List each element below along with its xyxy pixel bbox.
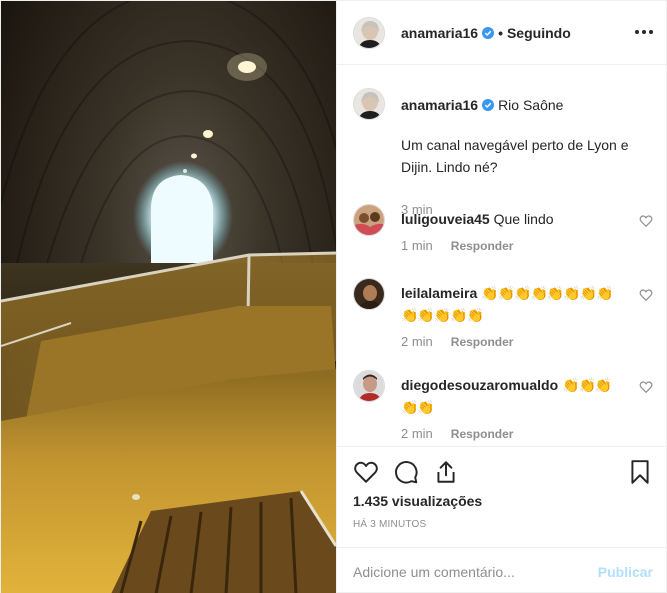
post-actions: 1.435 visualizações HÁ 3 MINUTOS Publica… — [337, 446, 667, 593]
following-button[interactable]: Seguindo — [507, 25, 571, 41]
verified-badge-icon — [482, 26, 495, 39]
comment-like-heart-icon[interactable] — [639, 288, 653, 302]
commenter-avatar[interactable] — [353, 370, 385, 402]
comment-text: diegodesouzaromualdo 👏👏👏👏👏 — [401, 374, 627, 418]
caption-body: anamaria16 Rio Saône Um canal navegável p… — [401, 94, 649, 178]
comment-bubble-icon[interactable] — [393, 459, 419, 485]
post-header: anamaria16 • Seguindo — [337, 1, 667, 65]
instagram-post: anamaria16 • Seguindo anamaria16 Rio Saô… — [0, 0, 667, 593]
caption-author-avatar[interactable] — [353, 88, 385, 120]
add-comment-bar: Publicar — [337, 547, 667, 593]
comments-list: anamaria16 Rio Saône Um canal navegável p… — [337, 66, 667, 446]
reply-button[interactable]: Responder — [451, 427, 514, 441]
caption-username[interactable]: anamaria16 — [401, 97, 478, 113]
caption-author-avatar-image — [354, 89, 384, 119]
author-avatar-image — [354, 17, 384, 48]
verified-badge-icon — [482, 99, 495, 111]
commenter-username[interactable]: diegodesouzaromualdo — [401, 377, 558, 393]
commenter-avatar[interactable] — [353, 204, 385, 236]
comment-time: 1 min — [401, 238, 433, 253]
commenter-avatar-image — [354, 205, 384, 235]
caption-text: Um canal navegável perto de Lyon e Dijin… — [401, 137, 629, 175]
author-avatar[interactable] — [353, 16, 385, 49]
add-comment-input[interactable] — [353, 563, 598, 580]
heart-icon[interactable] — [353, 459, 379, 485]
comment-meta: 1 min Responder — [401, 238, 513, 253]
commenter-avatar-image — [354, 371, 384, 401]
post-side-panel: anamaria16 • Seguindo anamaria16 Rio Saô… — [336, 1, 667, 593]
comment-time: 2 min — [401, 426, 433, 441]
comment-like-heart-icon[interactable] — [639, 380, 653, 394]
posted-time: HÁ 3 MINUTOS — [353, 519, 427, 530]
comment-time: 2 min — [401, 334, 433, 349]
reply-button[interactable]: Responder — [451, 239, 514, 253]
comment-text: leilalameira 👏👏👏👏👏👏👏👏👏👏👏👏👏 — [401, 282, 627, 326]
share-icon[interactable] — [433, 459, 459, 485]
commenter-avatar[interactable] — [353, 278, 385, 310]
commenter-username[interactable]: leilalameira — [401, 285, 477, 301]
tunnel-boat-video-frame — [1, 1, 336, 593]
comment-body: Que lindo — [493, 211, 554, 227]
more-options-icon[interactable] — [635, 23, 653, 41]
author-username[interactable]: anamaria16 — [401, 25, 478, 41]
comment-text: luligouveia45 Que lindo — [401, 208, 627, 230]
bookmark-icon[interactable] — [627, 459, 653, 485]
comment-meta: 2 min Responder — [401, 334, 513, 349]
comment-like-heart-icon[interactable] — [639, 214, 653, 228]
commenter-avatar-image — [354, 279, 384, 309]
comment-meta: 2 min Responder — [401, 426, 513, 441]
reply-button[interactable]: Responder — [451, 335, 514, 349]
caption-location[interactable]: Rio Saône — [498, 97, 563, 113]
publish-button[interactable]: Publicar — [598, 564, 653, 580]
header-separator: • — [498, 24, 503, 41]
post-video[interactable] — [1, 1, 336, 593]
commenter-username[interactable]: luligouveia45 — [401, 211, 490, 227]
views-count[interactable]: 1.435 visualizações — [353, 493, 482, 509]
